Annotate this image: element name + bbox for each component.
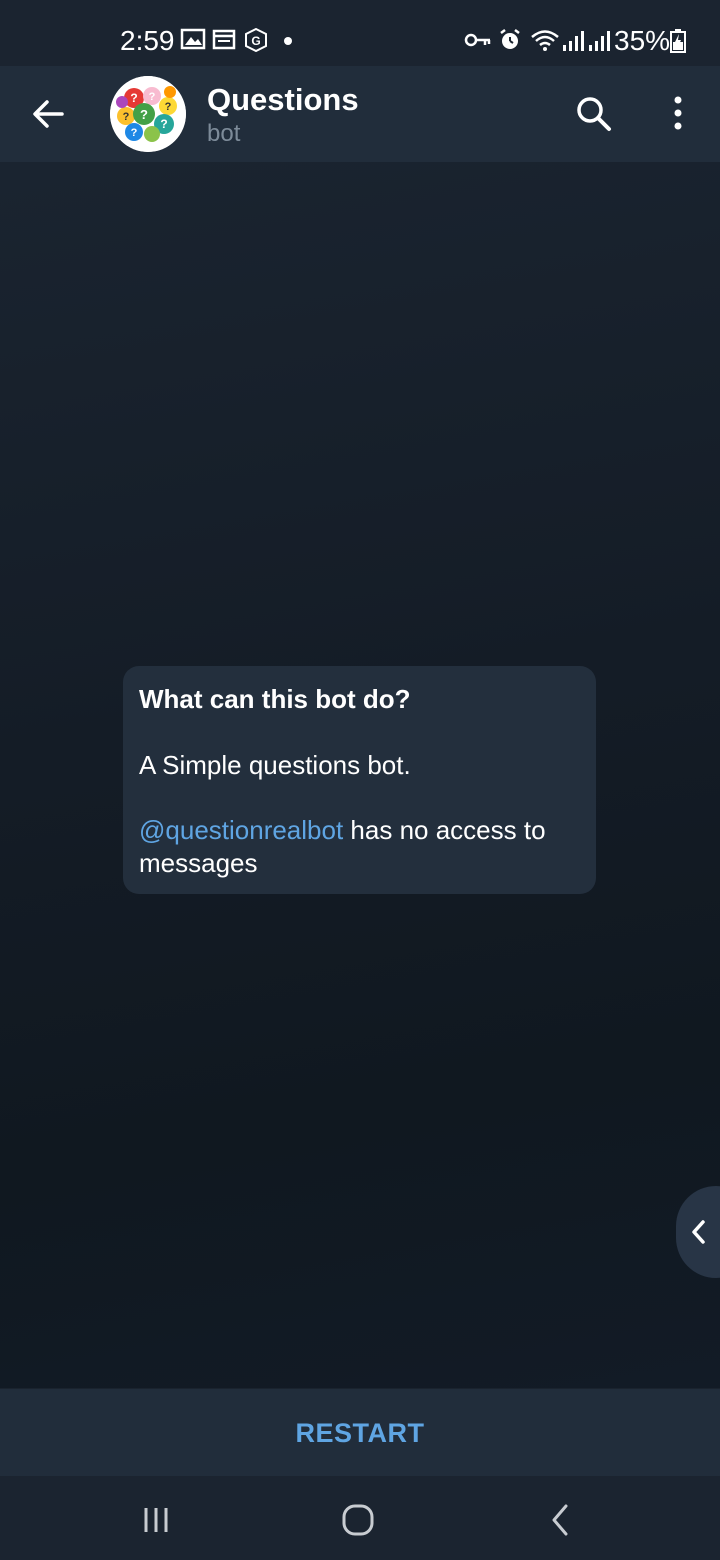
- bot-info-card: What can this bot do? A Simple questions…: [123, 666, 596, 894]
- svg-text:G: G: [251, 34, 260, 48]
- system-nav-bar: [0, 1476, 720, 1560]
- side-panel-toggle[interactable]: [676, 1186, 720, 1278]
- svg-text:?: ?: [130, 91, 137, 105]
- image-icon: [180, 28, 206, 50]
- svg-text:?: ?: [140, 107, 148, 122]
- svg-text:?: ?: [123, 111, 130, 123]
- svg-text:?: ?: [160, 117, 167, 131]
- more-vertical-icon[interactable]: [658, 92, 698, 136]
- key-icon: [464, 33, 491, 47]
- dot-icon: [284, 37, 292, 45]
- g-icon: G: [245, 28, 267, 52]
- calendar-icon: [212, 29, 236, 50]
- chevron-left-icon: [692, 1220, 705, 1244]
- chat-title[interactable]: Questions: [207, 82, 359, 118]
- bottom-action-bar: RESTART: [0, 1388, 720, 1477]
- alarm-icon: [500, 29, 520, 49]
- back-arrow-icon[interactable]: [26, 92, 70, 136]
- svg-text:?: ?: [131, 127, 138, 139]
- wifi-icon: [531, 30, 559, 51]
- bot-access-note: @questionrealbot has no access to messag…: [139, 814, 580, 880]
- battery-icon: [670, 29, 686, 53]
- back-icon[interactable]: [536, 1498, 584, 1542]
- bot-info-description: A Simple questions bot.: [139, 750, 411, 780]
- bot-info-title: What can this bot do?: [139, 684, 411, 714]
- home-icon[interactable]: [334, 1498, 382, 1542]
- avatar[interactable]: ? ? ? ? ? ? ?: [110, 76, 186, 152]
- chat-subtitle: bot: [207, 120, 241, 147]
- status-time: 2:59: [120, 25, 175, 56]
- screen: 2:59 G 35% ? ? ? ? ? ? ? Questions bot W…: [0, 0, 720, 1560]
- svg-text:?: ?: [165, 101, 172, 113]
- status-bar: 2:59 G 35%: [0, 0, 720, 66]
- chat-area: What can this bot do? A Simple questions…: [0, 162, 720, 1388]
- recent-apps-icon[interactable]: [132, 1498, 180, 1542]
- search-icon[interactable]: [572, 92, 616, 136]
- svg-text:?: ?: [149, 91, 156, 103]
- bot-handle-link[interactable]: @questionrealbot: [139, 815, 343, 845]
- restart-button[interactable]: RESTART: [0, 1389, 720, 1477]
- signal-icon: [563, 31, 584, 51]
- battery-percentage: 35%: [614, 25, 671, 56]
- chat-header: ? ? ? ? ? ? ? Questions bot: [0, 66, 720, 162]
- signal-icon: [589, 31, 610, 51]
